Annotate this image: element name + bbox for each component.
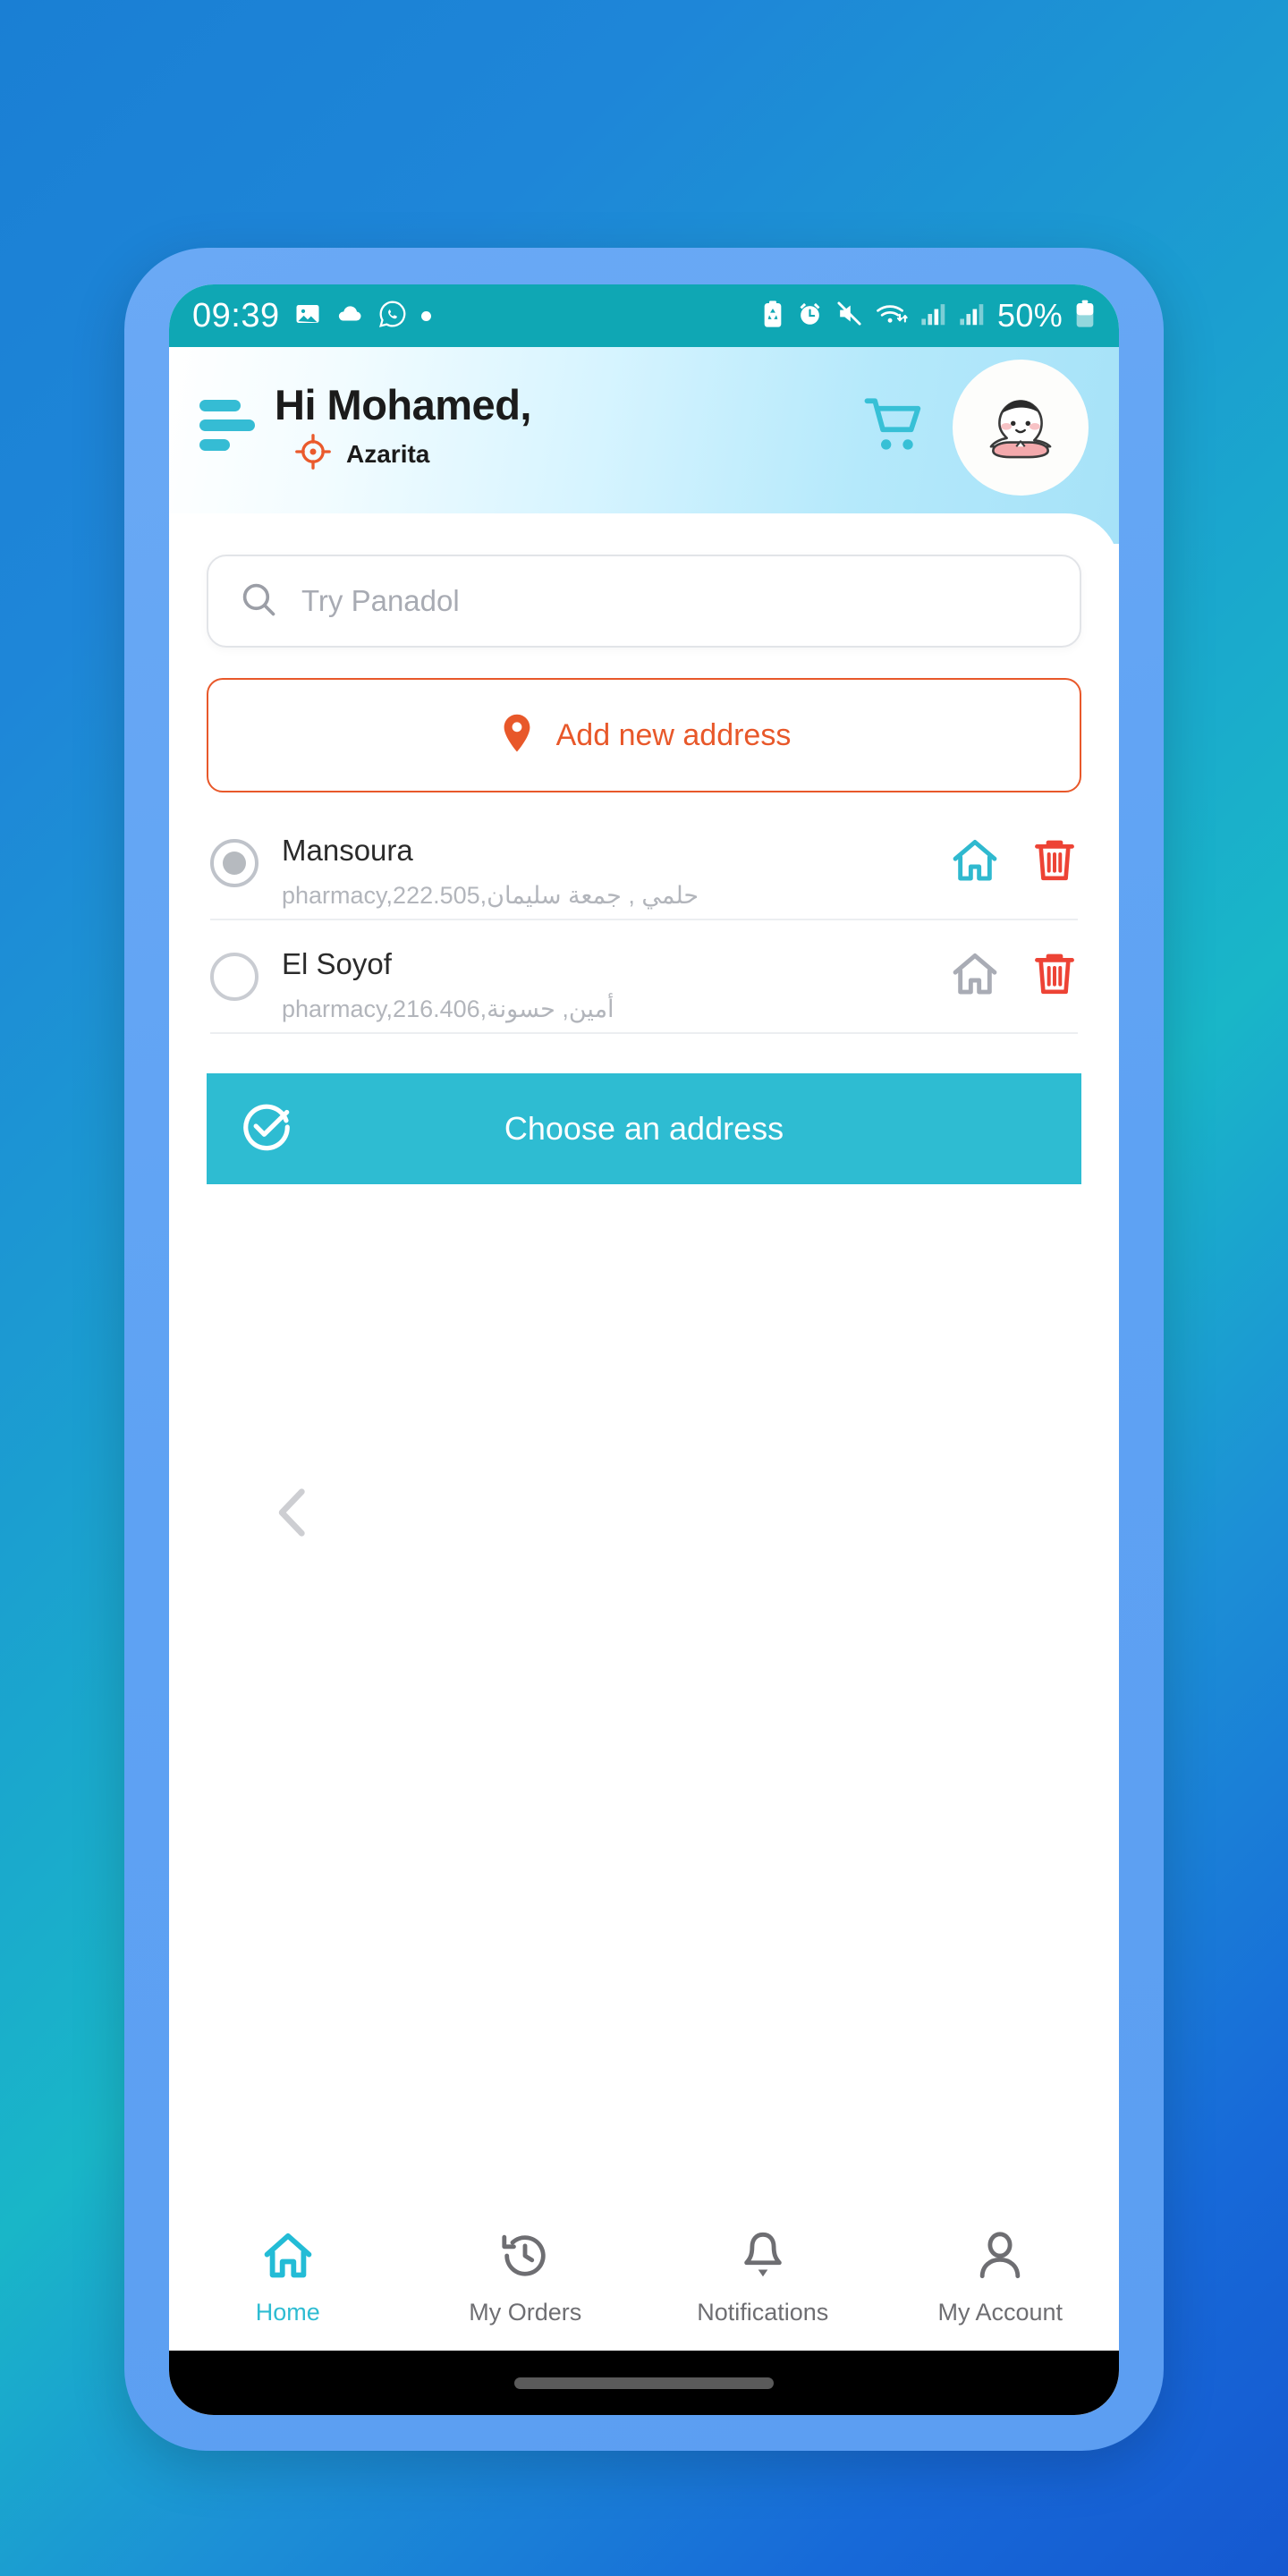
- search-section: Try Panadol: [169, 513, 1119, 648]
- home-icon: [260, 2230, 316, 2286]
- address-row[interactable]: Mansoura pharmacy,حلمي , جمعة سليمان,222…: [207, 807, 1081, 919]
- dot-icon: [420, 310, 431, 321]
- nav-item-notifications[interactable]: Notifications: [644, 2230, 882, 2326]
- home-icon[interactable]: [949, 835, 1001, 890]
- address-radio-selected[interactable]: [210, 839, 258, 887]
- search-icon: [239, 580, 278, 623]
- battery-icon: [1074, 300, 1096, 333]
- nav-label-my-orders: My Orders: [469, 2299, 582, 2326]
- address-texts: Mansoura pharmacy,حلمي , جمعة سليمان,222…: [282, 832, 926, 910]
- crosshair-location-icon: [294, 433, 332, 475]
- location-label: Azarita: [346, 439, 430, 468]
- add-new-address-button[interactable]: Add new address: [207, 678, 1081, 792]
- trash-icon[interactable]: [1031, 949, 1078, 1004]
- header-actions: [863, 360, 1089, 496]
- status-bar-right: 50%: [761, 297, 1096, 335]
- shopping-cart-icon[interactable]: [863, 395, 929, 461]
- nav-label-my-account: My Account: [937, 2299, 1063, 2326]
- history-clock-icon: [499, 2230, 551, 2286]
- address-title: El Soyof: [282, 947, 392, 980]
- nav-item-home[interactable]: Home: [169, 2230, 407, 2326]
- nav-label-notifications: Notifications: [697, 2299, 829, 2326]
- search-placeholder: Try Panadol: [301, 584, 460, 617]
- address-texts: El Soyof pharmacy,أمين, حسونة,216.406: [282, 945, 926, 1023]
- address-title: Mansoura: [282, 834, 413, 867]
- person-icon: [976, 2230, 1024, 2286]
- search-input[interactable]: Try Panadol: [207, 555, 1081, 648]
- mute-icon: [835, 300, 863, 332]
- nav-item-my-orders[interactable]: My Orders: [407, 2230, 645, 2326]
- address-subtitle: pharmacy,أمين, حسونة,216.406: [282, 996, 614, 1022]
- hamburger-icon[interactable]: [199, 399, 255, 451]
- address-list: Mansoura pharmacy,حلمي , جمعة سليمان,222…: [207, 807, 1081, 1034]
- status-bar-left: 09:39: [192, 297, 431, 335]
- map-pin-icon: [497, 712, 537, 759]
- battery-saver-icon: [761, 300, 784, 333]
- home-icon[interactable]: [949, 949, 1001, 1004]
- status-bar: 09:39 50%: [169, 284, 1119, 347]
- bottom-navigation: Home My Orders Notifications My Account: [169, 2211, 1119, 2351]
- empty-content-area: [169, 1184, 1119, 2211]
- address-row[interactable]: El Soyof pharmacy,أمين, حسونة,216.406: [207, 920, 1081, 1032]
- choose-address-button[interactable]: Choose an address: [207, 1073, 1081, 1184]
- user-avatar-character: [989, 400, 1052, 459]
- avatar[interactable]: [953, 360, 1089, 496]
- battery-percent-label: 50%: [997, 297, 1063, 334]
- nav-item-my-account[interactable]: My Account: [882, 2230, 1120, 2326]
- address-actions: [949, 832, 1078, 890]
- alarm-icon: [796, 300, 824, 332]
- content-sheet: Try Panadol Add new address Mansoura pha…: [169, 513, 1119, 2415]
- cloud-icon: [335, 301, 364, 332]
- status-clock: 09:39: [192, 296, 280, 335]
- divider: [210, 1032, 1078, 1034]
- nav-label-home: Home: [255, 2299, 320, 2326]
- signal-one-icon: [920, 301, 947, 331]
- wifi-icon: [875, 300, 909, 332]
- phone-screen: 09:39 50% Hi Mohamed, Azarita Try Panado…: [169, 284, 1119, 2415]
- gesture-pill[interactable]: [514, 2377, 774, 2389]
- android-navigation-bar: [169, 2351, 1119, 2415]
- signal-two-icon: [959, 301, 986, 331]
- image-icon: [294, 301, 321, 332]
- trash-icon[interactable]: [1031, 835, 1078, 890]
- chevron-left-icon[interactable]: [269, 1485, 316, 1545]
- location-row[interactable]: Azarita: [275, 433, 531, 475]
- page-title: Hi Mohamed,: [275, 381, 531, 428]
- header-titles: Hi Mohamed, Azarita: [275, 384, 531, 475]
- address-radio-unselected[interactable]: [210, 953, 258, 1001]
- whatsapp-icon: [378, 300, 407, 333]
- add-new-address-label: Add new address: [555, 717, 792, 752]
- address-actions: [949, 945, 1078, 1004]
- choose-address-label: Choose an address: [504, 1110, 784, 1147]
- address-subtitle: pharmacy,حلمي , جمعة سليمان,222.505: [282, 882, 699, 909]
- bell-icon: [739, 2230, 787, 2286]
